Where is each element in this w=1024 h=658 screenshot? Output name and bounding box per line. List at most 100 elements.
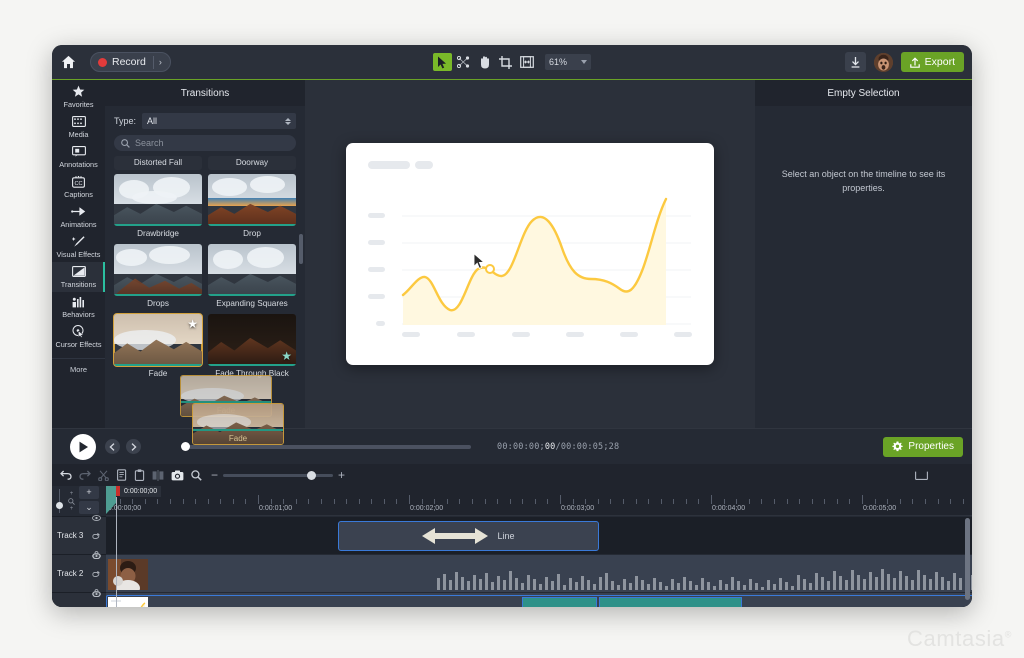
transition-caption-doorway[interactable]: Doorway <box>208 156 296 170</box>
transitions-scrollbar[interactable] <box>299 234 303 264</box>
clip-group-segment-b[interactable]: + Streamer 7 - ( 8 clips ) <box>599 597 742 607</box>
scrubber-knob[interactable] <box>181 441 190 451</box>
sidebar-item-transitions[interactable]: Transitions <box>52 262 105 292</box>
fit-tool[interactable] <box>517 53 536 71</box>
favorite-star-icon[interactable]: ★ <box>281 350 292 362</box>
transitions-grid-scroll[interactable]: Distorted Fall Doorway Drawbridge Drop D… <box>105 156 305 428</box>
properties-button[interactable]: Properties <box>883 436 963 457</box>
transition-thumbnail[interactable] <box>114 174 202 226</box>
copy-button[interactable] <box>116 469 127 481</box>
download-button[interactable] <box>844 52 866 72</box>
transition-item-drop[interactable]: Drop <box>208 174 296 240</box>
play-button[interactable] <box>70 433 96 460</box>
sidebar-more-label: More <box>69 365 88 374</box>
track-3-lane[interactable]: Line <box>106 516 972 554</box>
sidebar-item-cursor-effects[interactable]: Cursor Effects <box>52 322 105 352</box>
svg-text:CC: CC <box>74 181 82 187</box>
loop-icon[interactable] <box>92 527 101 545</box>
zoom-level-select[interactable]: 61% <box>545 54 591 70</box>
transition-item-fade-through-black[interactable]: ★ Fade Through Black <box>208 314 296 380</box>
home-button[interactable] <box>52 45 84 80</box>
eye-icon[interactable] <box>92 584 101 602</box>
sidebar-label: Transitions <box>60 280 97 289</box>
ruler-minor-tick <box>320 499 322 504</box>
clip-video-webcam[interactable] <box>106 557 972 591</box>
ruler-minor-tick <box>295 499 297 504</box>
search-input[interactable]: Search <box>114 135 296 151</box>
timeline-zoom-slider[interactable] <box>223 470 334 480</box>
track-height-knob[interactable] <box>56 502 63 509</box>
ruler-minor-tick <box>547 499 549 504</box>
transition-thumbnail[interactable] <box>208 174 296 226</box>
add-track-button[interactable]: + <box>79 486 99 499</box>
clip-group-segment-a[interactable] <box>522 597 597 607</box>
loop-icon[interactable] <box>92 565 101 583</box>
sidebar-item-media[interactable]: Media <box>52 112 105 142</box>
hand-tool[interactable] <box>475 53 494 71</box>
sidebar-label: Behaviors <box>62 310 95 319</box>
eye-icon[interactable] <box>92 508 101 526</box>
pointer-tool[interactable] <box>433 53 452 71</box>
crop-tool[interactable] <box>496 53 515 71</box>
cut-button[interactable] <box>98 469 109 481</box>
edit-points-tool[interactable] <box>454 53 473 71</box>
timeline-ruler[interactable]: 0:00:00;00 0:00:01;00 0:00:02;00 0:00:03… <box>106 486 972 516</box>
magic-wand-icon <box>72 235 85 248</box>
sidebar-item-behaviors[interactable]: Behaviors <box>52 292 105 322</box>
track-1-lane[interactable]: + Streamer 7 - ( 8 clips ) <box>106 592 972 607</box>
ruler-minor-tick <box>597 499 599 504</box>
previous-frame-button[interactable] <box>105 439 120 454</box>
sidebar-more-button[interactable]: More <box>52 358 105 380</box>
main-body: Favorites Media Annotations CC Captions <box>52 80 972 428</box>
playhead-line <box>116 497 117 607</box>
eye-icon[interactable] <box>92 546 101 564</box>
preview-canvas[interactable] <box>346 143 714 365</box>
screenshot-button[interactable] <box>171 470 184 481</box>
sidebar-item-visual-effects[interactable]: Visual Effects <box>52 232 105 262</box>
favorite-star-icon[interactable]: ★ <box>187 318 198 330</box>
transition-thumbnail[interactable]: ★ <box>113 313 203 367</box>
ruler-minor-tick <box>874 499 876 504</box>
timeline-vertical-scrollbar[interactable] <box>965 518 970 600</box>
transition-thumbnail[interactable] <box>208 244 296 296</box>
undo-button[interactable] <box>60 470 72 480</box>
transition-item-drawbridge[interactable]: Drawbridge <box>114 174 202 240</box>
record-button[interactable]: Record <box>94 56 153 68</box>
redo-button[interactable] <box>79 470 91 480</box>
zoom-slider-knob[interactable] <box>307 470 317 480</box>
zoom-in-label[interactable]: + <box>338 469 345 481</box>
clip-line[interactable]: Line <box>338 521 599 551</box>
timeline-zoom-button[interactable] <box>191 469 202 481</box>
transition-name: Expanding Squares <box>216 299 288 308</box>
sidebar-item-animations[interactable]: Animations <box>52 202 105 232</box>
zoom-out-label[interactable]: − <box>211 469 218 481</box>
transition-caption-distorted-fall[interactable]: Distorted Fall <box>114 156 202 170</box>
transition-thumbnail[interactable]: ★ <box>208 314 296 366</box>
loop-icon[interactable] <box>92 603 101 608</box>
track-height-slider[interactable] <box>56 489 63 513</box>
transition-item-drops[interactable]: Drops <box>114 244 202 310</box>
clip-video-screen[interactable]: + Streamer 7 - ( 8 clips ) <box>106 595 972 607</box>
track-header-track-1[interactable]: Track 1 <box>52 590 106 608</box>
split-button[interactable] <box>152 469 164 481</box>
track-2-lane[interactable] <box>106 554 972 592</box>
sidebar-item-annotations[interactable]: Annotations <box>52 142 105 172</box>
sidebar-item-favorites[interactable]: Favorites <box>52 82 105 112</box>
paste-button[interactable] <box>134 469 145 481</box>
sidebar-label: Animations <box>60 220 97 229</box>
marker-button[interactable] <box>915 471 928 480</box>
timeline-tracks-area[interactable]: 0:00:00;00 0:00:01;00 0:00:02;00 0:00:03… <box>106 486 972 607</box>
sidebar-item-captions[interactable]: CC Captions <box>52 172 105 202</box>
next-frame-button[interactable] <box>126 439 141 454</box>
ruler-label: 0:00:04;00 <box>712 505 746 512</box>
transition-thumbnail[interactable] <box>114 244 202 296</box>
avatar[interactable] <box>873 52 893 72</box>
transition-item-fade[interactable]: ★ Fade <box>113 313 203 380</box>
type-filter-select[interactable]: All <box>142 113 296 129</box>
record-options-caret-icon[interactable]: › <box>154 57 167 67</box>
playback-scrubber[interactable] <box>181 441 471 451</box>
export-button[interactable]: Export <box>900 52 964 72</box>
transition-item-expanding-squares[interactable]: Expanding Squares <box>208 244 296 310</box>
ruler-minor-tick <box>773 499 775 504</box>
sidebar-label: Annotations <box>59 160 98 169</box>
